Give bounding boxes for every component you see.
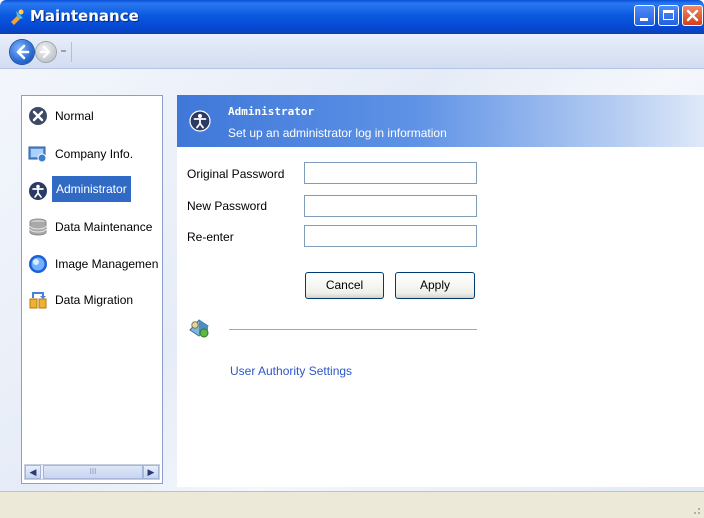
arrow-left-icon [16, 44, 30, 60]
maximize-button[interactable] [658, 5, 679, 26]
image-management-icon [29, 255, 47, 273]
user-authority-settings-link[interactable]: User Authority Settings [230, 364, 352, 378]
data-migration-icon [29, 292, 47, 309]
toolbar-separator [71, 42, 72, 62]
sidebar-horizontal-scrollbar[interactable]: ◀ III ▶ [24, 464, 160, 480]
sidebar-item-company-info[interactable]: Company Info. [27, 143, 162, 165]
app-icon [11, 9, 24, 25]
panel-header: Administrator Set up an administrator lo… [177, 95, 704, 147]
minimize-icon [640, 18, 648, 21]
apply-button[interactable]: Apply [395, 272, 475, 299]
maintenance-window: Maintenance Normal Company Info. Adminis… [0, 0, 704, 518]
section-divider [229, 329, 477, 330]
reenter-password-field[interactable] [304, 225, 477, 247]
panel-title: Administrator [228, 105, 315, 118]
administrator-icon [189, 110, 211, 132]
arrow-right-icon [39, 45, 51, 59]
original-password-field[interactable] [304, 162, 477, 184]
status-bar [0, 491, 704, 518]
cancel-button[interactable]: Cancel [305, 272, 384, 299]
company-info-icon [28, 146, 47, 163]
sidebar-item-label: Data Migration [55, 293, 134, 307]
sidebar-item-label: Administrator [52, 176, 131, 202]
main-panel: Administrator Set up an administrator lo… [177, 95, 704, 487]
user-authority-icon [189, 319, 209, 338]
scroll-left-icon[interactable]: ◀ [25, 465, 41, 479]
sidebar-item-label: Normal [55, 109, 94, 123]
resize-grip-icon[interactable] [689, 503, 701, 515]
sidebar-item-data-migration[interactable]: Data Migration [27, 289, 162, 311]
sidebar-item-label: Data Maintenance [55, 220, 153, 234]
navigation-toolbar [0, 34, 704, 69]
original-password-label: Original Password [187, 167, 285, 181]
sidebar-item-image-management[interactable]: Image Managemen [27, 253, 162, 275]
sidebar-item-label: Company Info. [55, 147, 134, 161]
close-button[interactable] [682, 5, 703, 26]
maximize-icon [663, 10, 674, 20]
reenter-password-label: Re-enter [187, 230, 234, 244]
minimize-button[interactable] [634, 5, 655, 26]
new-password-label: New Password [187, 199, 268, 213]
panel-subtitle: Set up an administrator log in informati… [228, 126, 447, 140]
sidebar-item-data-maintenance[interactable]: Data Maintenance [27, 216, 162, 238]
new-password-field[interactable] [304, 195, 477, 217]
administrator-icon [29, 182, 47, 200]
forward-button[interactable] [36, 42, 56, 62]
scroll-thumb[interactable]: III [43, 465, 143, 479]
database-icon [29, 218, 47, 236]
normal-icon [29, 107, 47, 125]
title-bar[interactable]: Maintenance [0, 0, 704, 34]
sidebar: Normal Company Info. Administrator Data … [21, 95, 163, 484]
scroll-right-icon[interactable]: ▶ [143, 465, 159, 479]
history-dropdown-icon[interactable] [61, 50, 66, 52]
back-button[interactable] [10, 40, 34, 64]
sidebar-item-label: Image Managemen [55, 257, 159, 271]
window-title: Maintenance [30, 7, 139, 25]
sidebar-item-administrator[interactable]: Administrator [27, 176, 162, 202]
sidebar-item-normal[interactable]: Normal [27, 105, 162, 127]
close-icon [686, 9, 699, 22]
